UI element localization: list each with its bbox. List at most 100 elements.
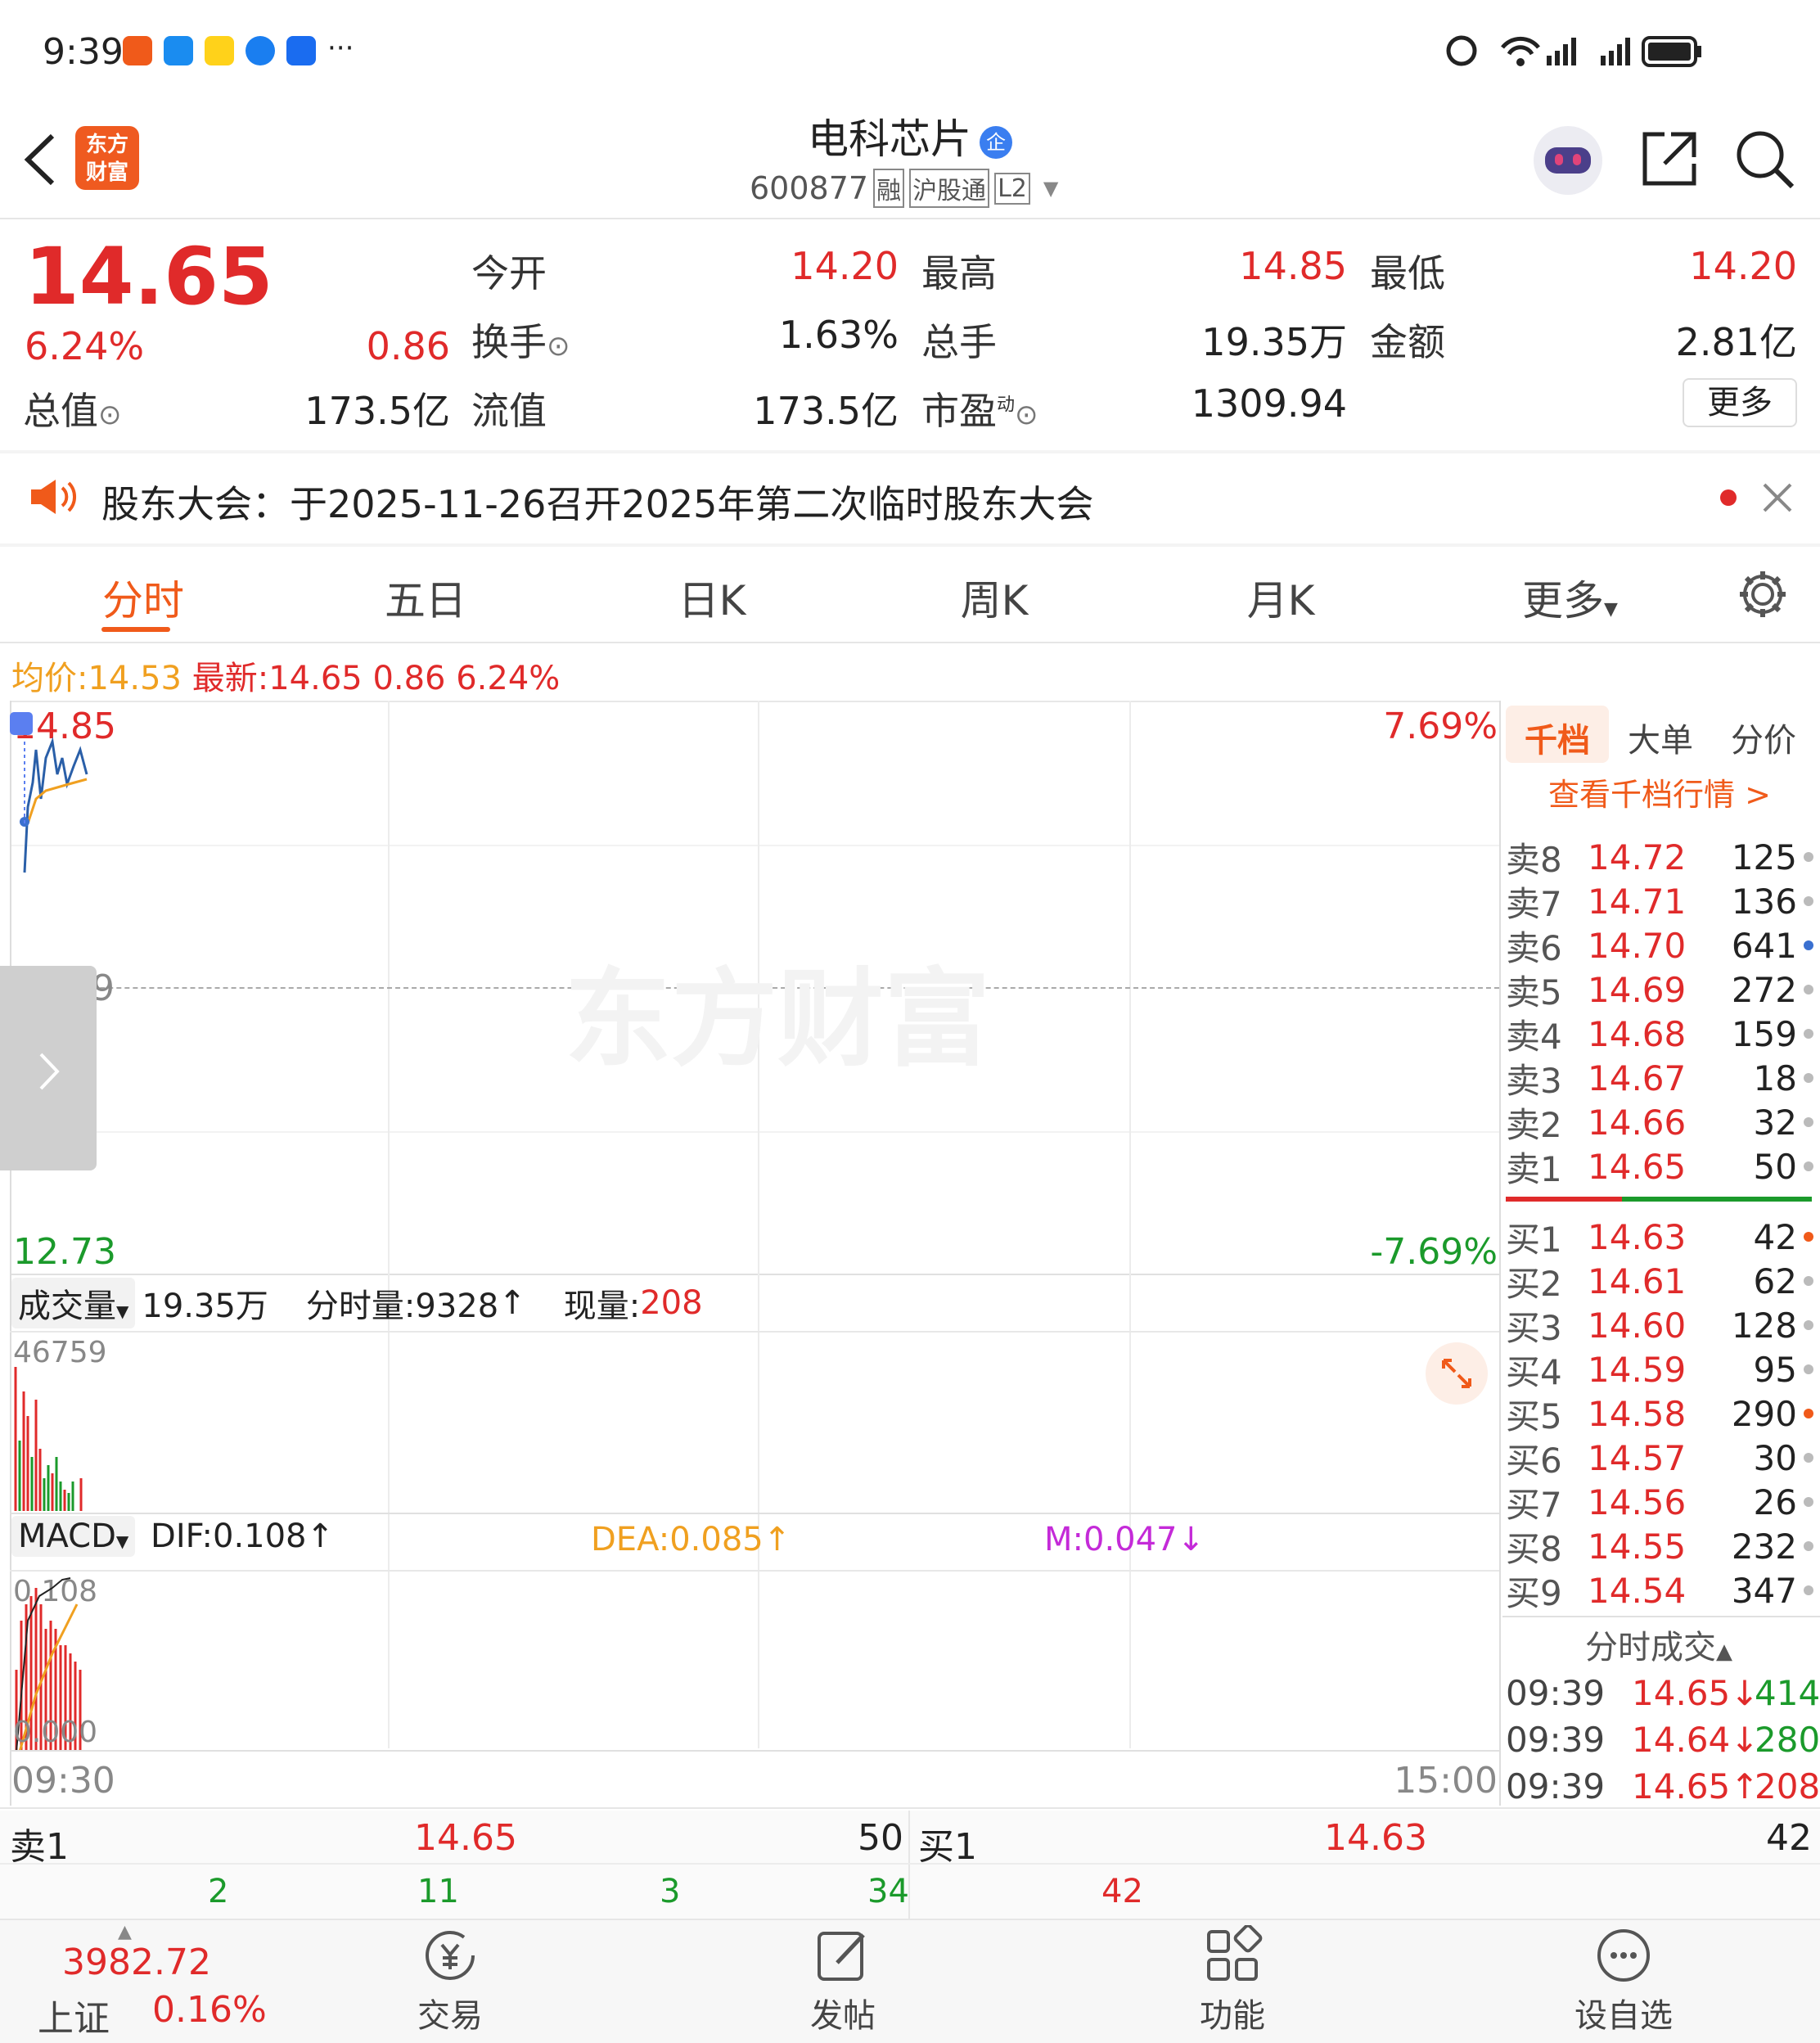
bid-level: 买7 [1506,1484,1562,1525]
order-dot-icon [1804,1497,1813,1507]
tab-more[interactable]: 更多▼ [1522,568,1618,627]
trade-yen-icon [426,1931,475,1980]
order-dot-icon [1804,940,1813,950]
more-quote-button[interactable]: 更多 [1683,378,1797,427]
close-icon[interactable] [1761,481,1794,514]
bid-volume: 30 [1753,1437,1797,1478]
bid-row[interactable]: 买5 14.58 290 [1506,1391,1817,1436]
ask-list: 卖8 14.72 125 卖7 14.71 136 卖6 14.70 641 卖5 14.69 272… [1506,835,1817,1189]
volume-indicator-select[interactable]: 成交量▼ [11,1278,136,1328]
bid-row[interactable]: 买7 14.56 26 [1506,1480,1817,1525]
macd-dea: DEA:0.085↑ [591,1521,791,1558]
nav-trade[interactable]: 交易 [385,1925,516,2036]
stock-code-row[interactable]: 600877 融 沪股通 L2 ▼ [750,169,1058,208]
view-depth-link[interactable]: 查看千档行情 > [1506,769,1813,814]
index-value[interactable]: 3982.72 [62,1942,211,1983]
ask-row[interactable]: 卖4 14.68 159 [1506,1012,1817,1057]
tab-monthly-k[interactable]: 月K [1219,568,1342,627]
order-dot-icon [1804,1073,1813,1083]
tag-l2: L2 [994,172,1030,205]
back-button[interactable] [21,131,57,188]
grid-apps-icon [1207,1923,1263,1981]
side-drawer-handle[interactable] [0,966,97,1170]
tab-level2-depth[interactable]: 千档 [1506,714,1609,761]
tab-daily-k[interactable]: 日K [651,568,773,627]
chevron-right-icon [39,1053,60,1090]
nav-add-watchlist[interactable]: 设自选 [1558,1925,1689,2036]
ask-volume: 125 [1731,837,1797,877]
tab-price-distribution[interactable]: 分价 [1712,714,1815,761]
ask-volume: 136 [1731,881,1797,922]
assistant-robot-icon[interactable] [1534,126,1602,195]
bid-row[interactable]: 买2 14.61 62 [1506,1259,1817,1304]
ask-price: 14.70 [1588,925,1687,966]
order-dot-icon [1804,1117,1813,1127]
settings-gear-icon[interactable] [1737,568,1789,620]
bid-volume: 26 [1753,1482,1797,1522]
notice-text[interactable]: 股东大会：于2025-11-26召开2025年第二次临时股东大会 [101,475,1093,529]
market-cap-label[interactable]: 总值⊙ [23,381,122,435]
minute-volume: 分时量:9328 [305,1288,499,1325]
ask-price: 14.67 [1588,1058,1687,1098]
macd-indicator-select[interactable]: MACD▼ [11,1516,136,1557]
trade-list: 09:39 14.65↓ 414 09:39 14.64↓ 280 09:39 14.65↑ 2… [1506,1670,1820,1810]
bid-row[interactable]: 买3 14.60 128 [1506,1303,1817,1348]
bid-row[interactable]: 买1 14.63 42 [1506,1215,1817,1260]
bid-row[interactable]: 买6 14.57 30 [1506,1436,1817,1481]
stock-code: 600877 [750,170,869,206]
bid-price: 14.59 [1588,1349,1687,1390]
order-dot-icon [1804,1541,1813,1551]
search-icon[interactable] [1733,128,1795,190]
ask-volume: 641 [1731,925,1797,966]
bid-volume: 42 [1753,1216,1797,1257]
tab-intraday[interactable]: 分时 [82,568,205,627]
x-axis-end: 15:00 [1394,1760,1498,1802]
nav-post[interactable]: 发帖 [777,1925,908,2036]
pe-label[interactable]: 市盈动⊙ [921,381,1038,435]
ask-row[interactable]: 卖2 14.66 32 [1506,1100,1817,1145]
order-dot-icon [1804,1232,1813,1242]
pct-axis-bottom: -7.69% [1370,1231,1498,1273]
ask-row[interactable]: 卖3 14.67 18 [1506,1056,1817,1101]
open-value: 14.20 [791,244,899,288]
caret-up-icon: ▲ [1716,1639,1732,1664]
ask-row[interactable]: 卖7 14.71 136 [1506,879,1817,924]
tab-big-orders[interactable]: 大单 [1609,714,1712,761]
bid-level: 买4 [1506,1351,1562,1392]
share-icon[interactable] [1640,129,1699,188]
expand-chart-button[interactable] [1426,1342,1488,1405]
bid-list: 买1 14.63 42 买2 14.61 62 买3 14.60 128 买4 14.59 95 买5 1… [1506,1215,1817,1613]
bid-volume: 347 [1731,1570,1797,1611]
queue-order-4: 34 [867,1873,909,1910]
ask-level: 卖4 [1506,1016,1562,1057]
turnover-label[interactable]: 换手⊙ [471,313,570,367]
ask-level: 卖2 [1506,1104,1562,1145]
tab-five-day[interactable]: 五日 [364,568,487,627]
bid-row[interactable]: 买9 14.54 347 [1506,1568,1817,1613]
macd-m: M:0.047↓ [1044,1521,1205,1558]
y-axis-bottom: 12.73 [13,1231,116,1273]
bid-price: 14.61 [1588,1261,1687,1301]
ask-volume: 272 [1731,969,1797,1010]
bid-row[interactable]: 买4 14.59 95 [1506,1347,1817,1392]
ask-row[interactable]: 卖6 14.70 641 [1506,923,1817,968]
ask-row[interactable]: 卖1 14.65 50 [1506,1144,1817,1189]
strip-ask-price: 14.65 [414,1817,517,1859]
bid-row[interactable]: 买8 14.55 232 [1506,1524,1817,1569]
status-time: 9:39 [43,31,124,73]
index-name[interactable]: 上证 [38,1989,110,2041]
ask-row[interactable]: 卖8 14.72 125 [1506,835,1817,880]
ask-level: 卖3 [1506,1060,1562,1101]
ask-row[interactable]: 卖5 14.69 272 [1506,967,1817,1012]
low-label: 最低 [1370,251,1445,295]
turnover-value: 1.63% [778,313,899,357]
nav-functions[interactable]: 功能 [1167,1923,1298,2036]
order-dot-icon [1804,1276,1813,1286]
tab-weekly-k[interactable]: 周K [933,568,1056,627]
trade-row: 09:39 14.65↓ 414 [1506,1670,1820,1716]
open-label: 今开 [471,251,547,295]
ask-volume: 50 [1753,1146,1797,1187]
amount-label: 金额 [1370,320,1445,364]
order-dot-icon [1804,1320,1813,1330]
trades-header[interactable]: 分时成交▲ [1506,1621,1812,1668]
